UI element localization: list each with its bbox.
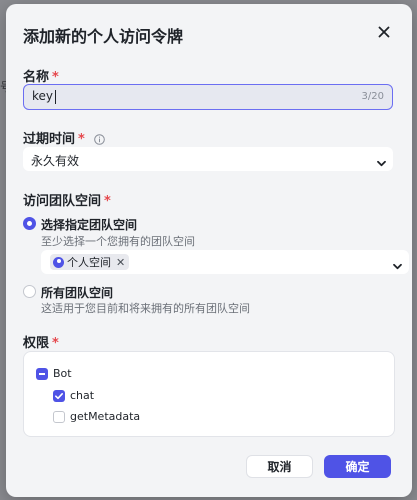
text-caret [55,90,56,104]
tag-label: 个人空间 [67,256,111,269]
required-mark: * [52,70,59,85]
dialog-title: 添加新的个人访问令牌 [23,27,184,46]
team-space-select[interactable]: 个人空间 ✕ [41,250,409,274]
option-all-title[interactable]: 所有团队空间 [41,284,113,301]
char-counter: 3/20 [361,91,384,102]
name-input[interactable]: key 3/20 [23,84,393,110]
expiry-selected-value: 永久有效 [31,154,80,168]
required-mark: * [52,336,59,351]
getmetadata-checkbox[interactable] [53,411,65,423]
perm-group-bot[interactable]: Bot [53,367,72,380]
required-mark: * [104,194,111,209]
name-input-value[interactable]: key [32,89,53,103]
cancel-button[interactable]: 取消 [246,455,313,478]
bot-group-checkbox[interactable] [36,368,48,380]
name-label: 名称 * [23,70,59,85]
permissions-label: 权限 * [23,336,59,351]
option-specific-title[interactable]: 选择指定团队空间 [41,216,137,233]
close-icon[interactable] [376,24,392,40]
permissions-tree: Bot chat getMetadata [23,351,395,437]
confirm-button[interactable]: 确定 [324,455,391,478]
required-mark: * [78,132,85,147]
perm-item-getmetadata[interactable]: getMetadata [70,410,140,423]
remove-tag-icon[interactable]: ✕ [116,256,125,269]
expiry-label: 过期时间 * [23,128,106,149]
selected-space-tag: 个人空间 ✕ [50,254,130,270]
perm-item-chat[interactable]: chat [70,389,94,402]
space-avatar-icon [53,256,64,268]
radio-all-spaces[interactable] [23,285,36,298]
chat-checkbox[interactable] [53,390,65,402]
add-token-dialog: 添加新的个人访问令牌 名称 * key 3/20 过期时间 * 永久有效 访问团队空… [6,4,412,497]
team-space-label: 访问团队空间 * [23,194,111,209]
expiry-select[interactable]: 永久有效 [23,147,393,171]
radio-specific-spaces[interactable] [23,217,36,230]
chevron-down-icon [376,154,387,173]
option-specific-desc: 至少选择一个您拥有的团队空间 [41,235,195,248]
option-all-desc: 这适用于您目前和将来拥有的所有团队空间 [41,302,250,315]
chevron-down-icon [392,257,403,276]
